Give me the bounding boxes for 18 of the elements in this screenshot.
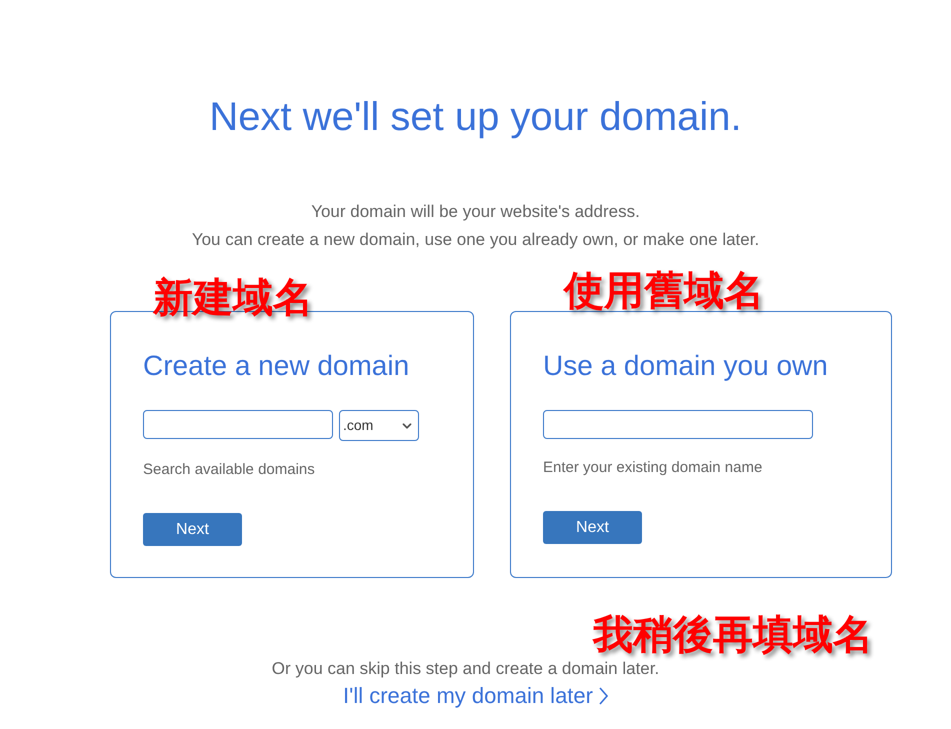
annotation-text: 新建域名 (153, 276, 313, 320)
annotation-text: 我稍後再填域名 (593, 613, 873, 657)
field-hint: Enter your existing domain name (543, 458, 764, 478)
chevron-right-icon (598, 687, 608, 705)
domain-input[interactable] (143, 410, 333, 439)
domain-input[interactable] (543, 410, 813, 439)
intro-text: Your domain will be your website's address. (311, 201, 640, 223)
next-button[interactable]: Next (543, 511, 642, 544)
intro-text: You can create a new domain, use one you already own, or make one later. (192, 229, 760, 251)
next-button[interactable]: Next (143, 513, 242, 546)
annotation-text: 使用舊域名 (564, 269, 764, 313)
page-heading: Next we'll set up your domain. (208, 94, 743, 141)
tld-select[interactable]: .com (339, 410, 419, 441)
skip-link[interactable]: I'll create my domain later (343, 682, 608, 710)
skip-text: Or you can skip this step and create a domain later. (272, 658, 660, 680)
card-title: Use a domain you own (543, 349, 829, 383)
card-title: Create a new domain (143, 349, 410, 383)
field-hint: Search available domains (143, 460, 316, 480)
